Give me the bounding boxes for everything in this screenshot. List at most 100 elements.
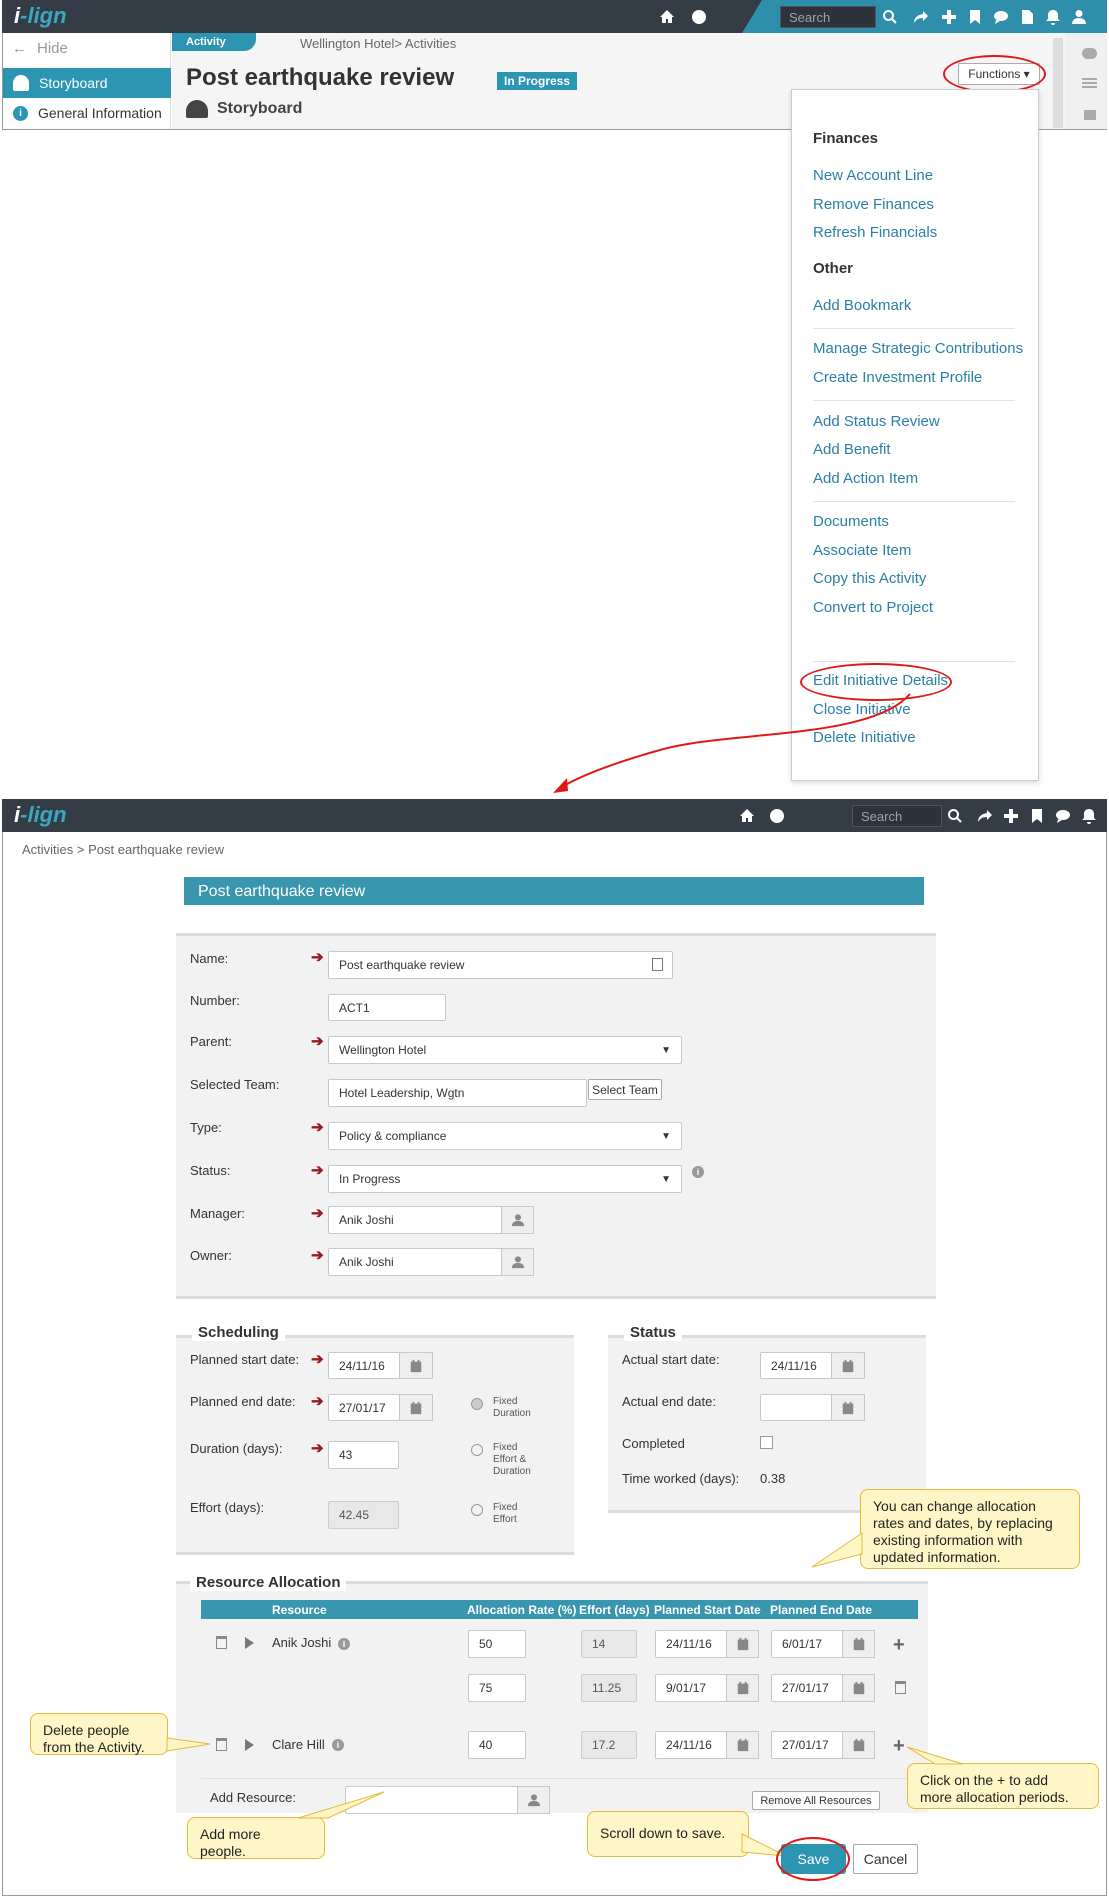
scrollbar[interactable] — [1053, 38, 1063, 128]
bookmark-icon[interactable] — [964, 6, 986, 28]
search-icon[interactable] — [944, 805, 966, 827]
trash-icon[interactable] — [216, 1636, 227, 1649]
comment-icon[interactable] — [1082, 48, 1097, 59]
person-picker-button[interactable] — [501, 1248, 534, 1276]
search-icon[interactable] — [879, 6, 901, 28]
info-icon[interactable]: i — [692, 1166, 704, 1178]
menu-item-new-account-line[interactable]: New Account Line — [813, 167, 933, 184]
search-input[interactable]: Search — [852, 805, 942, 827]
remove-all-resources-button[interactable]: Remove All Resources — [752, 1791, 880, 1810]
share-icon[interactable] — [910, 6, 932, 28]
bell-icon[interactable] — [1042, 6, 1064, 28]
chevron-down-icon: ▼ — [661, 1044, 671, 1056]
sidebar-item-storyboard[interactable]: Storyboard — [3, 68, 171, 98]
end-date-input[interactable]: 27/01/17 — [771, 1674, 843, 1702]
calendar-button[interactable] — [831, 1352, 865, 1379]
calendar-button[interactable] — [831, 1394, 865, 1421]
add-period-plus-icon[interactable]: + — [893, 1634, 905, 1657]
duration-input[interactable]: 43 — [328, 1441, 399, 1469]
info-icon[interactable]: i — [338, 1638, 350, 1650]
home-icon[interactable] — [736, 805, 758, 827]
menu-item-add-benefit[interactable]: Add Benefit — [813, 441, 891, 458]
team-input[interactable]: Hotel Leadership, Wgtn — [328, 1079, 587, 1107]
expand-caret-icon[interactable] — [245, 1739, 254, 1751]
menu-item-remove-finances[interactable]: Remove Finances — [813, 196, 934, 213]
dashboard-icon — [13, 75, 29, 91]
manager-input[interactable]: Anik Joshi — [328, 1206, 502, 1234]
add-period-plus-icon[interactable]: + — [893, 1735, 905, 1758]
calendar-button[interactable] — [842, 1731, 875, 1759]
chat-icon[interactable] — [1052, 805, 1074, 827]
cancel-button[interactable]: Cancel — [853, 1844, 918, 1874]
calendar-button[interactable] — [842, 1630, 875, 1658]
name-input[interactable]: Post earthquake review — [328, 951, 673, 979]
expand-caret-icon[interactable] — [245, 1637, 254, 1649]
calendar-button[interactable] — [842, 1674, 875, 1702]
start-date-input[interactable]: 24/11/16 — [655, 1731, 727, 1759]
menu-item-documents[interactable]: Documents — [813, 513, 889, 530]
calendar-button[interactable] — [726, 1731, 759, 1759]
menu-item-create-investment-profile[interactable]: Create Investment Profile — [813, 369, 982, 386]
chat-icon[interactable] — [990, 6, 1012, 28]
fixed-duration-radio[interactable] — [471, 1398, 483, 1410]
menu-item-manage-strategic-contributions[interactable]: Manage Strategic Contributions — [813, 340, 1023, 357]
calendar-button[interactable] — [726, 1674, 759, 1702]
end-date-input[interactable]: 6/01/17 — [771, 1630, 843, 1658]
completed-checkbox[interactable] — [760, 1436, 773, 1449]
required-arrow: ➔ — [311, 1351, 324, 1368]
person-picker-button[interactable] — [501, 1206, 534, 1234]
select-team-button[interactable]: Select Team — [588, 1079, 662, 1100]
hide-sidebar-button[interactable]: ← Hide — [12, 38, 68, 58]
menu-item-add-status-review[interactable]: Add Status Review — [813, 413, 940, 430]
callout-change-allocation: You can change allocation rates and dates… — [860, 1489, 1080, 1569]
share-icon[interactable] — [974, 805, 996, 827]
menu-item-convert-to-project[interactable]: Convert to Project — [813, 599, 933, 616]
globe-icon[interactable] — [688, 6, 710, 28]
plus-icon[interactable] — [938, 6, 960, 28]
actual-start-input[interactable]: 24/11/16 — [760, 1352, 832, 1379]
menu-item-add-action-item[interactable]: Add Action Item — [813, 470, 918, 487]
start-date-input[interactable]: 9/01/17 — [655, 1674, 727, 1702]
plus-icon[interactable] — [1000, 805, 1022, 827]
text-edit-icon[interactable] — [652, 958, 663, 971]
planned-start-input[interactable]: 24/11/16 — [328, 1352, 400, 1379]
trash-icon[interactable] — [216, 1738, 227, 1751]
allocation-rate-input[interactable]: 50 — [468, 1630, 526, 1658]
bell-icon[interactable] — [1078, 805, 1100, 827]
document-icon[interactable] — [1016, 6, 1038, 28]
actual-end-input[interactable] — [760, 1394, 832, 1421]
search-input[interactable]: Search — [780, 6, 876, 28]
calendar-button[interactable] — [399, 1352, 433, 1379]
calendar-button[interactable] — [399, 1394, 433, 1421]
col-resource: Resource — [272, 1603, 327, 1617]
person-picker-button[interactable] — [517, 1786, 550, 1814]
user-icon[interactable] — [1068, 6, 1090, 28]
info-icon[interactable]: i — [332, 1739, 344, 1751]
status-select[interactable]: In Progress ▼ — [328, 1165, 682, 1193]
menu-item-copy-activity[interactable]: Copy this Activity — [813, 570, 926, 587]
end-date-input[interactable]: 27/01/17 — [771, 1731, 843, 1759]
col-planned-end: Planned End Date — [770, 1603, 873, 1617]
fixed-effort-duration-radio[interactable] — [471, 1444, 483, 1456]
planned-end-input[interactable]: 27/01/17 — [328, 1394, 400, 1421]
required-arrow: ➔ — [311, 1440, 324, 1457]
list-icon[interactable] — [1082, 78, 1097, 90]
allocation-rate-input[interactable]: 40 — [468, 1731, 526, 1759]
number-input[interactable]: ACT1 — [328, 994, 446, 1021]
menu-item-refresh-financials[interactable]: Refresh Financials — [813, 224, 937, 241]
bookmark-icon[interactable] — [1026, 805, 1048, 827]
owner-input[interactable]: Anik Joshi — [328, 1248, 502, 1276]
menu-item-add-bookmark[interactable]: Add Bookmark — [813, 297, 911, 314]
lock-icon[interactable] — [1084, 110, 1096, 120]
start-date-input[interactable]: 24/11/16 — [655, 1630, 727, 1658]
sidebar-item-general-information[interactable]: i General Information — [3, 100, 171, 126]
home-icon[interactable] — [656, 6, 678, 28]
fixed-effort-radio[interactable] — [471, 1504, 483, 1516]
allocation-rate-input[interactable]: 75 — [468, 1674, 526, 1702]
parent-select[interactable]: Wellington Hotel ▼ — [328, 1036, 682, 1064]
menu-item-associate-item[interactable]: Associate Item — [813, 542, 911, 559]
globe-icon[interactable] — [766, 805, 788, 827]
calendar-button[interactable] — [726, 1630, 759, 1658]
trash-icon[interactable] — [895, 1681, 906, 1694]
type-select[interactable]: Policy & compliance ▼ — [328, 1122, 682, 1150]
